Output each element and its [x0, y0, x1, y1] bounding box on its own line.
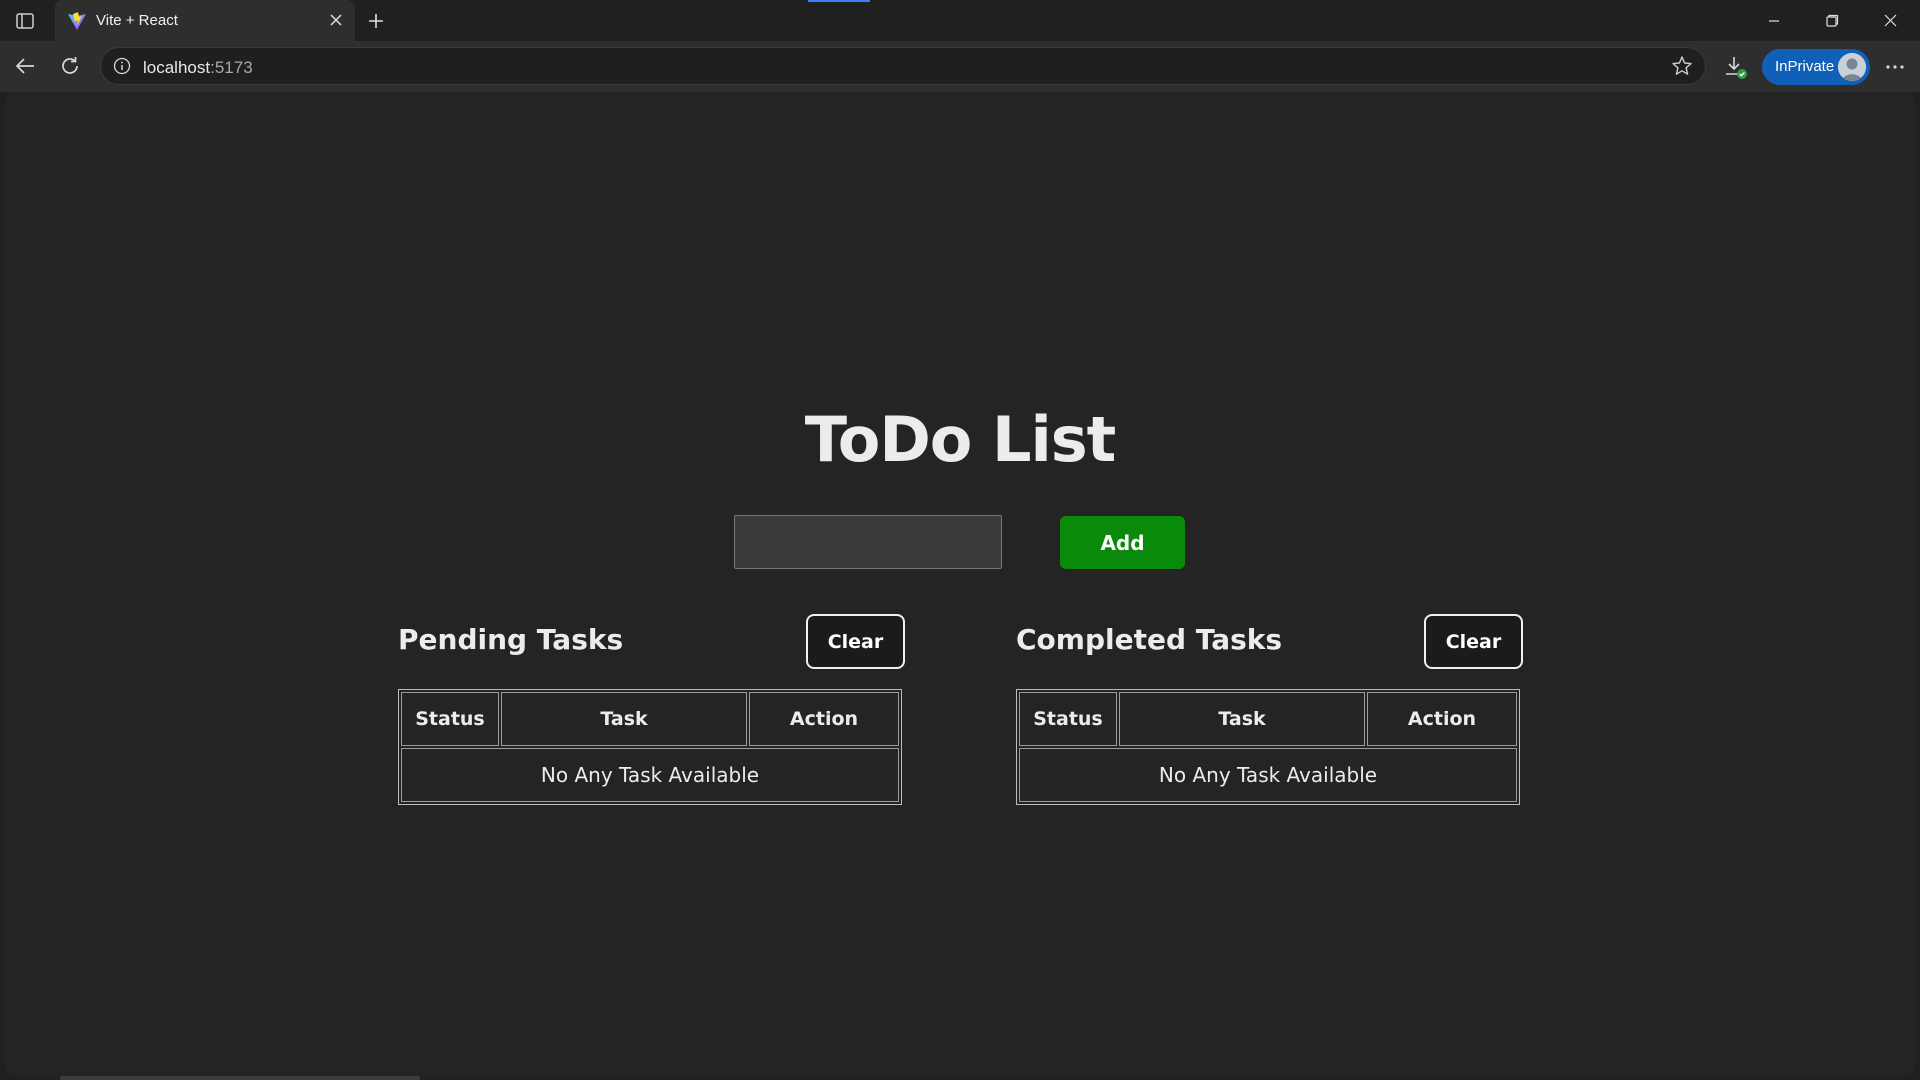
address-bar[interactable]: localhost:5173: [100, 47, 1706, 85]
column-header-task: Task: [1119, 692, 1365, 746]
more-options-icon[interactable]: [1880, 55, 1910, 79]
minimize-icon[interactable]: [1746, 0, 1802, 41]
empty-message: No Any Task Available: [1019, 748, 1517, 802]
table-row: No Any Task Available: [1019, 748, 1517, 802]
back-arrow-icon[interactable]: [10, 51, 40, 81]
clear-completed-button[interactable]: Clear: [1424, 614, 1523, 669]
url-port: :5173: [210, 58, 253, 77]
reload-icon[interactable]: [55, 51, 85, 81]
tab-activity-indicator: [808, 0, 870, 2]
restore-icon[interactable]: [1804, 0, 1860, 41]
vite-logo-icon: [67, 11, 87, 31]
clear-pending-button[interactable]: Clear: [806, 614, 905, 669]
favorite-star-icon[interactable]: [1671, 55, 1693, 77]
completed-tasks-title: Completed Tasks: [1016, 623, 1283, 656]
browser-titlebar: Vite + React: [0, 0, 1920, 41]
add-task-button[interactable]: Add: [1060, 516, 1185, 569]
empty-message: No Any Task Available: [401, 748, 899, 802]
page-title: ToDo List: [804, 403, 1117, 476]
sidebar-toggle-icon[interactable]: [10, 8, 40, 34]
url-text[interactable]: localhost:5173: [143, 58, 253, 78]
inprivate-label: InPrivate: [1775, 58, 1835, 75]
horizontal-scrollbar[interactable]: [60, 1076, 420, 1080]
downloads-icon[interactable]: [1722, 54, 1750, 82]
inprivate-profile-button[interactable]: InPrivate: [1762, 49, 1870, 85]
table-header-row: Status Task Action: [401, 692, 899, 746]
browser-tab[interactable]: Vite + React: [55, 0, 355, 41]
task-input[interactable]: [734, 515, 1002, 569]
close-window-icon[interactable]: [1862, 0, 1918, 41]
column-header-action: Action: [1367, 692, 1517, 746]
pending-tasks-title: Pending Tasks: [398, 623, 624, 656]
completed-tasks-table: Status Task Action No Any Task Available: [1016, 689, 1520, 805]
tab-title: Vite + React: [96, 12, 178, 29]
column-header-task: Task: [501, 692, 747, 746]
new-tab-icon[interactable]: [362, 7, 390, 35]
pending-tasks-table: Status Task Action No Any Task Available: [398, 689, 902, 805]
page-viewport: [5, 92, 1915, 1075]
browser-toolbar: localhost:5173 InPrivate: [0, 41, 1920, 92]
avatar: [1838, 53, 1866, 81]
table-row: No Any Task Available: [401, 748, 899, 802]
column-header-status: Status: [401, 692, 499, 746]
site-info-icon[interactable]: [113, 57, 131, 75]
table-header-row: Status Task Action: [1019, 692, 1517, 746]
close-tab-icon[interactable]: [325, 9, 347, 31]
column-header-status: Status: [1019, 692, 1117, 746]
column-header-action: Action: [749, 692, 899, 746]
url-host: localhost: [143, 58, 211, 77]
